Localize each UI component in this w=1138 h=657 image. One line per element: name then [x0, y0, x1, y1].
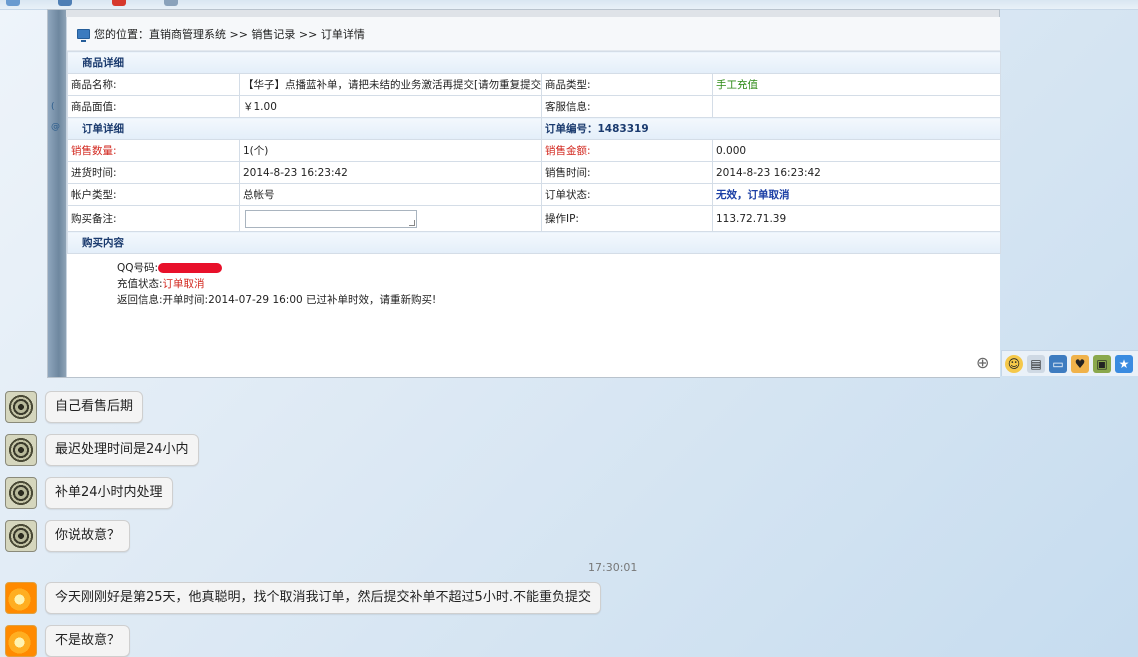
image-icon[interactable]: ▣ — [1093, 354, 1111, 373]
chat-bubble: 自己看售后期 — [45, 391, 144, 423]
field-value: 1(个) — [239, 139, 542, 162]
status-line: 充值状态:订单取消 — [117, 276, 1000, 292]
table-row: 进货时间: 2014-8-23 16:23:42 销售时间: 2014-8-23… — [67, 161, 1001, 184]
swirl-avatar[interactable] — [5, 434, 37, 466]
field-label: 销售时间: — [541, 161, 713, 184]
section-title: 购买内容 — [67, 231, 1001, 254]
pasted-screenshot: ( @ 您的位置： 直销商管理系统 >> 销售记录 >> 订单详情 商品详细 商… — [47, 9, 1001, 378]
return-label: 返回信息: — [117, 294, 163, 306]
return-value: 开单时间:2014-07-29 16:00 已过补单时效，请重新购买! — [162, 294, 437, 306]
section-order: 订单详细 订单编号：1483319 — [67, 117, 1001, 140]
section-title: 商品详细 — [67, 51, 1001, 74]
favorite-icon[interactable]: ★ — [1115, 354, 1133, 373]
field-label: 商品名称: — [67, 73, 240, 96]
chat-message: 今天刚刚好是第25天，他真聪明，找个取消我订单，然后提交补单不超过5小时.不能重… — [5, 582, 601, 614]
field-label: 操作IP: — [541, 205, 713, 232]
side-mark-icon: @ — [51, 122, 60, 132]
field-label: 商品类型: — [541, 73, 713, 96]
field-value: 总帐号 — [239, 183, 542, 206]
font-icon[interactable]: ▤ — [1027, 354, 1045, 373]
order-number-label: 订单编号： — [545, 123, 598, 135]
field-label: 销售数量: — [67, 139, 240, 162]
field-label: 客服信息: — [541, 95, 713, 118]
chat-message: 你说故意？ — [5, 520, 131, 552]
sun-avatar[interactable] — [5, 625, 37, 657]
chat-bubble: 补单24小时内处理 — [45, 477, 173, 509]
chat-toolbar: ☺ ▤ ▭ ♥ ▣ ★ — [1001, 350, 1138, 376]
swirl-avatar[interactable] — [5, 391, 37, 423]
field-value: 2014-8-23 16:23:42 — [239, 161, 542, 184]
table-row: 购买备注: 操作IP: 113.72.71.39 — [67, 205, 1001, 232]
order-detail-panel: 您的位置： 直销商管理系统 >> 销售记录 >> 订单详情 商品详细 商品名称:… — [66, 17, 1001, 377]
screen-icon[interactable]: ▭ — [1049, 354, 1067, 373]
qq-label: QQ号码: — [117, 262, 159, 274]
zoom-in-icon[interactable]: ⊕ — [976, 353, 989, 372]
emoji-icon[interactable]: ☺ — [1005, 354, 1023, 373]
chat-bubble: 不是故意？ — [45, 625, 131, 657]
table-row: 帐户类型: 总帐号 订单状态: 无效，订单取消 — [67, 183, 1001, 206]
chat-bubble: 你说故意？ — [45, 520, 131, 552]
table-row: 商品面值: ￥1.00 客服信息: — [67, 95, 1001, 118]
order-status-value: 无效，订单取消 — [712, 183, 1001, 206]
table-row: 商品名称: 【华子】点播蓝补单，请把未结的业务激活再提交[请勿重复提交] 商品类… — [67, 73, 1001, 96]
redaction-mark — [158, 263, 223, 273]
table-row: 销售数量: 1(个) 销售金额: 0.000 — [67, 139, 1001, 162]
sun-avatar[interactable] — [5, 582, 37, 614]
remark-textarea[interactable] — [245, 209, 417, 228]
chat-message: 不是故意？ — [5, 625, 131, 657]
chat-bubble: 最迟处理时间是24小内 — [45, 434, 199, 466]
swirl-avatar[interactable] — [5, 477, 37, 509]
field-label: 购买备注: — [67, 205, 240, 232]
side-mark-icon: ( — [51, 102, 55, 112]
field-value: 手工充值 — [712, 73, 1001, 96]
refresh-icon[interactable] — [58, 0, 72, 6]
field-value: ￥1.00 — [239, 95, 542, 118]
chat-bubble: 今天刚刚好是第25天，他真聪明，找个取消我订单，然后提交补单不超过5小时.不能重… — [45, 582, 601, 614]
computer-icon — [77, 28, 90, 42]
section-product: 商品详细 — [67, 51, 1001, 74]
order-detail-table: 商品详细 商品名称: 【华子】点播蓝补单，请把未结的业务激活再提交[请勿重复提交… — [67, 51, 1001, 254]
chat-message: 自己看售后期 — [5, 391, 144, 423]
message-timestamp: 17:30:01 — [588, 561, 638, 574]
field-label: 商品面值: — [67, 95, 240, 118]
field-label: 帐户类型: — [67, 183, 240, 206]
order-number: 订单编号：1483319 — [541, 117, 1001, 140]
field-label: 进货时间: — [67, 161, 240, 184]
field-label: 销售金额: — [541, 139, 713, 162]
field-value: 0.000 — [712, 139, 1001, 162]
remark-cell — [239, 205, 542, 232]
chat-message: 最迟处理时间是24小内 — [5, 434, 199, 466]
field-label: 订单状态: — [541, 183, 713, 206]
person-icon[interactable] — [112, 0, 126, 6]
purchase-content: QQ号码: 充值状态:订单取消 返回信息:开单时间:2014-07-29 16:… — [67, 254, 1000, 308]
field-value: 113.72.71.39 — [712, 205, 1001, 232]
breadcrumb-label: 您的位置： — [94, 27, 149, 41]
tool-icon[interactable] — [164, 0, 178, 6]
return-line: 返回信息:开单时间:2014-07-29 16:00 已过补单时效，请重新购买! — [117, 292, 1000, 308]
field-value: 【华子】点播蓝补单，请把未结的业务激活再提交[请勿重复提交] — [239, 73, 542, 96]
field-value — [712, 95, 1001, 118]
order-number-value: 1483319 — [597, 123, 649, 135]
breadcrumb: 您的位置： 直销商管理系统 >> 销售记录 >> 订单详情 — [67, 17, 1000, 51]
section-title: 订单详细 — [67, 117, 542, 140]
chat-message: 补单24小时内处理 — [5, 477, 173, 509]
breadcrumb-path: 直销商管理系统 >> 销售记录 >> 订单详情 — [149, 27, 365, 41]
app-icon[interactable] — [6, 0, 20, 6]
section-purchase: 购买内容 — [67, 231, 1001, 254]
field-value: 2014-8-23 16:23:42 — [712, 161, 1001, 184]
gift-icon[interactable]: ♥ — [1071, 354, 1089, 373]
swirl-avatar[interactable] — [5, 520, 37, 552]
status-label: 充值状态: — [117, 278, 163, 290]
qq-line: QQ号码: — [117, 260, 1000, 276]
status-value: 订单取消 — [162, 278, 205, 290]
screenshot-side-bar: ( @ — [48, 10, 66, 377]
